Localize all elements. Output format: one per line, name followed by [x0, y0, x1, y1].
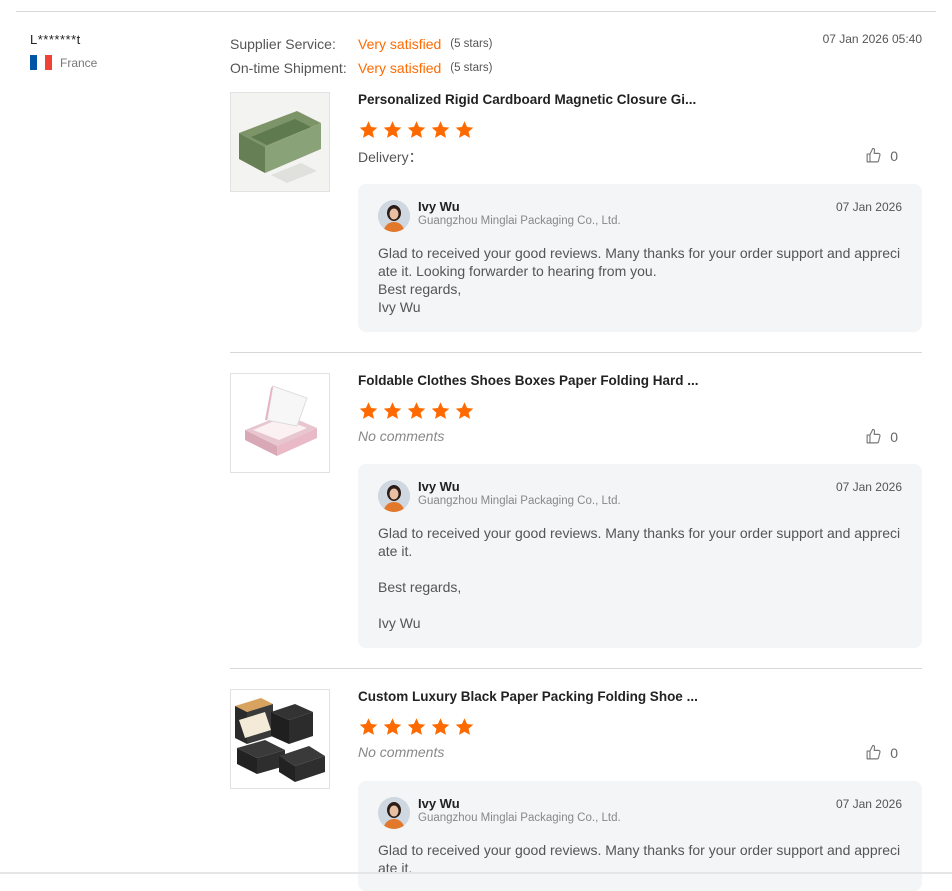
star-icon — [431, 718, 450, 735]
reply-date: 07 Jan 2026 — [835, 480, 902, 494]
thumbs-up-icon — [866, 744, 881, 760]
star-icon — [383, 121, 402, 138]
star-icon — [407, 402, 426, 419]
star-icon — [383, 718, 402, 735]
france-flag-icon — [30, 55, 52, 70]
avatar — [378, 480, 410, 512]
reply-message: Glad to received your good reviews. Many… — [378, 524, 902, 632]
thumbs-up-icon — [866, 428, 881, 444]
product-title[interactable]: Personalized Rigid Cardboard Magnetic Cl… — [358, 92, 696, 107]
star-icon — [383, 402, 402, 419]
item-divider — [230, 352, 922, 353]
reply-author-name: Ivy Wu — [418, 796, 460, 811]
item-divider — [230, 668, 922, 669]
like-button[interactable]: 0 — [865, 744, 898, 761]
reply-line: ate it. — [378, 543, 413, 559]
supplier-service-rating: Supplier Service: Very satisfied (5 star… — [230, 32, 492, 56]
reply-date: 07 Jan 2026 — [835, 200, 902, 214]
supplier-service-label: Supplier Service: — [230, 36, 336, 52]
reply-company: Guangzhou Minglai Packaging Co., Ltd. — [418, 812, 621, 824]
reply-line: ate it. Looking forwarder to hearing fro… — [378, 263, 657, 279]
star-icon — [359, 718, 378, 735]
like-count: 0 — [890, 147, 898, 164]
supplier-ratings: Supplier Service: Very satisfied (5 star… — [230, 32, 492, 80]
reply-line: Best regards, — [378, 281, 462, 297]
thumbs-up-icon — [866, 147, 881, 163]
reply-date: 07 Jan 2026 — [835, 797, 902, 811]
reply-author-name: Ivy Wu — [418, 479, 460, 494]
reply-company: Guangzhou Minglai Packaging Co., Ltd. — [418, 215, 621, 227]
like-button[interactable]: 0 — [865, 147, 898, 164]
top-divider — [16, 11, 936, 12]
supplier-reply: Ivy Wu Guangzhou Minglai Packaging Co., … — [358, 184, 922, 332]
like-count: 0 — [890, 744, 898, 761]
like-button[interactable]: 0 — [865, 428, 898, 445]
country-label: France — [60, 55, 98, 70]
product-star-rating — [358, 717, 475, 737]
supplier-service-value: Very satisfied — [358, 36, 442, 52]
reply-message: Glad to received your good reviews. Many… — [378, 244, 902, 316]
like-count: 0 — [890, 428, 898, 445]
reviewer-country: France — [30, 55, 97, 70]
product-star-rating — [358, 120, 475, 140]
reply-line: Glad to received your good reviews. Many… — [378, 525, 901, 541]
product-star-rating — [358, 401, 475, 421]
reviewer-info: L*******t France — [30, 32, 97, 70]
ontime-shipment-stars: (5 stars) — [450, 62, 493, 74]
product-thumbnail[interactable] — [230, 373, 330, 473]
avatar — [378, 797, 410, 829]
product-title[interactable]: Custom Luxury Black Paper Packing Foldin… — [358, 689, 698, 704]
star-icon — [359, 121, 378, 138]
star-icon — [407, 718, 426, 735]
avatar — [378, 200, 410, 232]
star-icon — [431, 402, 450, 419]
review-date: 07 Jan 2026 05:40 — [822, 32, 922, 46]
reply-line: ate it. — [378, 860, 413, 876]
reviewer-name: L*******t — [30, 32, 81, 47]
reply-line: Ivy Wu — [378, 299, 421, 315]
product-title[interactable]: Foldable Clothes Shoes Boxes Paper Foldi… — [358, 373, 699, 388]
star-icon — [455, 718, 474, 735]
product-thumbnail[interactable] — [230, 92, 330, 192]
star-icon — [431, 121, 450, 138]
supplier-service-stars: (5 stars) — [450, 38, 493, 50]
reply-line: Glad to received your good reviews. Many… — [378, 842, 901, 858]
star-icon — [455, 402, 474, 419]
supplier-reply: Ivy Wu Guangzhou Minglai Packaging Co., … — [358, 464, 922, 648]
star-icon — [455, 121, 474, 138]
reply-blank-line — [378, 560, 902, 578]
reply-line: Ivy Wu — [378, 615, 421, 631]
supplier-reply: Ivy Wu Guangzhou Minglai Packaging Co., … — [358, 781, 922, 891]
reply-line: Best regards, — [378, 579, 462, 595]
review-comment: Delivery： — [358, 149, 423, 165]
reply-blank-line — [378, 596, 902, 614]
ontime-shipment-label: On-time Shipment: — [230, 60, 347, 76]
star-icon — [359, 402, 378, 419]
product-thumbnail[interactable] — [230, 689, 330, 789]
reply-company: Guangzhou Minglai Packaging Co., Ltd. — [418, 495, 621, 507]
ontime-shipment-value: Very satisfied — [358, 60, 442, 76]
ontime-shipment-rating: On-time Shipment: Very satisfied (5 star… — [230, 56, 492, 80]
reply-author-name: Ivy Wu — [418, 199, 460, 214]
reply-line: Glad to received your good reviews. Many… — [378, 245, 901, 261]
review-comment: No comments — [358, 428, 445, 444]
star-icon — [407, 121, 426, 138]
review-comment: No comments — [358, 744, 445, 760]
